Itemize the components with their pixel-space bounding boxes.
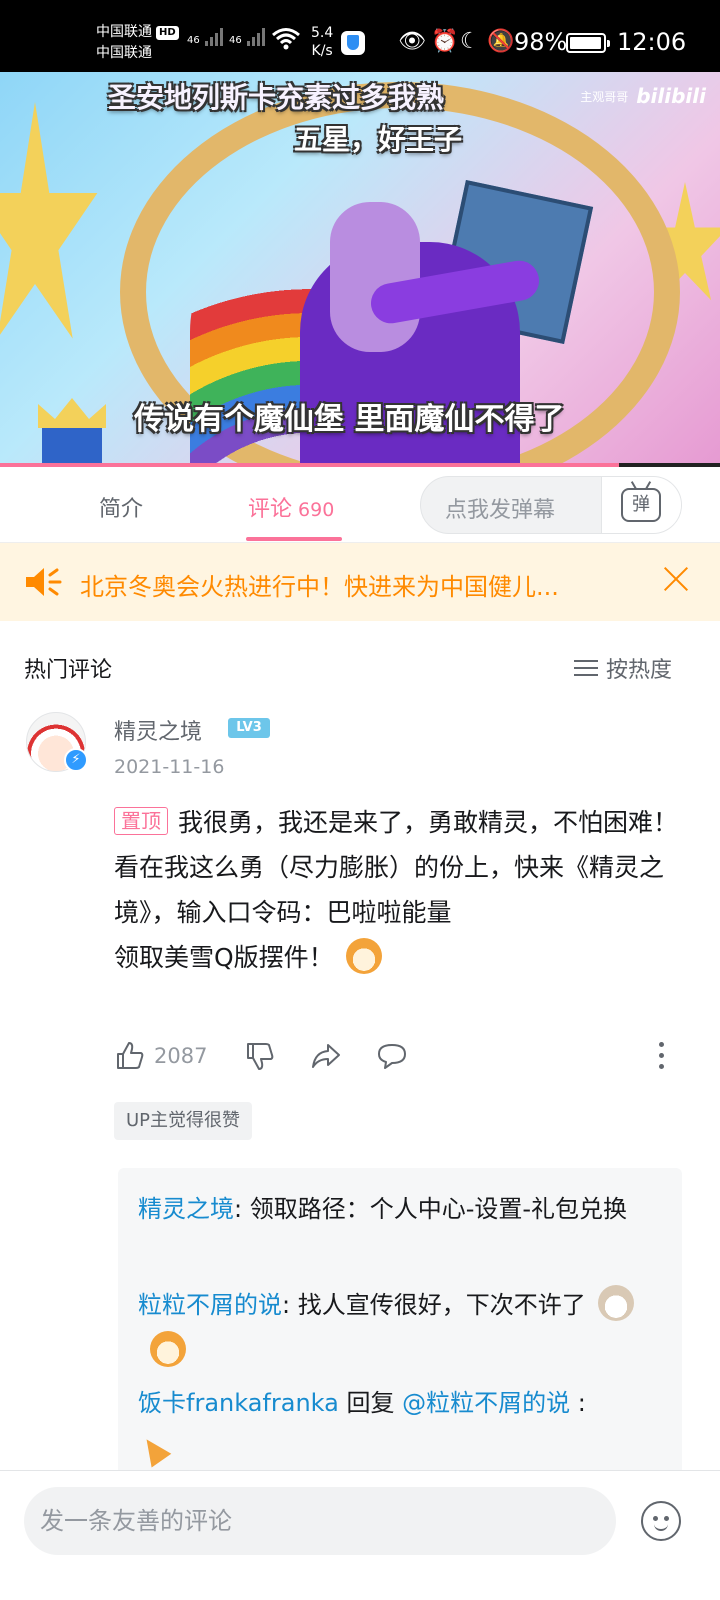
doge-emoji-icon xyxy=(150,1331,186,1367)
reply-button[interactable] xyxy=(376,1040,408,1072)
hot-comments-title: 热门评论 xyxy=(24,658,113,683)
notice-banner[interactable]: 北京冬奥会火热进行中！快进来为中国健儿... xyxy=(0,543,720,621)
like-count: 2087 xyxy=(154,1044,208,1068)
close-icon[interactable] xyxy=(660,563,692,595)
reply-item[interactable]: 粒粒不屑的说: 找人宣传很好，下次不许了 xyxy=(138,1282,648,1374)
emoji-icon[interactable] xyxy=(641,1501,681,1541)
watermark-author: 主观哥哥 xyxy=(580,89,629,104)
notice-text: 北京冬奥会火热进行中！快进来为中国健儿... xyxy=(80,573,559,601)
share-icon xyxy=(312,1044,340,1068)
video-frame-crown xyxy=(42,422,102,466)
reply-item[interactable]: 精灵之境: 领取路径：个人中心-设置-礼包兑换 xyxy=(138,1186,648,1232)
dog-emoji-icon xyxy=(597,1285,634,1321)
party-popper-emoji-icon xyxy=(138,1429,174,1465)
pinned-tag: 置顶 xyxy=(114,807,168,835)
eye-icon: 👁 xyxy=(398,29,426,54)
bottom-comment-bar xyxy=(0,1470,720,1600)
doge-emoji-icon xyxy=(345,938,382,974)
sort-button[interactable]: 按热度 xyxy=(574,652,672,684)
video-player[interactable]: 圣安地列斯卡充素过多我熟 五星，好王子 传说有个魔仙堡 里面魔仙不得了 主观哥哥… xyxy=(0,72,720,466)
tab-comments[interactable]: 评论 690 xyxy=(248,491,334,523)
more-vertical-icon[interactable] xyxy=(658,1042,664,1070)
reply-username[interactable]: 精灵之境 xyxy=(138,1195,234,1223)
reply-mention[interactable]: @粒粒不屑的说 xyxy=(402,1389,570,1417)
verified-badge-icon: ⚡ xyxy=(64,748,88,772)
comment-username[interactable]: 精灵之境 xyxy=(114,714,202,746)
comment-input[interactable] xyxy=(24,1487,616,1555)
hd-badge: HD xyxy=(156,25,179,40)
reply-username[interactable]: 饭卡frankafranka xyxy=(138,1389,339,1417)
replies-box[interactable]: 精灵之境: 领取路径：个人中心-设置-礼包兑换 粒粒不屑的说: 找人宣传很好，下… xyxy=(118,1168,682,1478)
mute-bell-icon: 🔕 xyxy=(487,29,515,54)
share-button[interactable] xyxy=(310,1040,342,1072)
tab-intro[interactable]: 简介 xyxy=(99,491,143,523)
wifi-icon xyxy=(272,28,300,50)
video-subtitle-top: 圣安地列斯卡充素过多我熟 xyxy=(108,81,445,114)
reply-text: 找人宣传很好，下次不许了 xyxy=(297,1291,586,1319)
comment-actions: 2087 xyxy=(114,1036,684,1076)
dislike-button[interactable] xyxy=(244,1040,276,1072)
battery-percent: 98% xyxy=(514,28,568,56)
bilibili-logo: bilibili xyxy=(636,84,706,108)
danmaku-tv-icon: 弹 xyxy=(621,488,661,522)
reply-text: 领取路径：个人中心-设置-礼包兑换 xyxy=(249,1195,628,1223)
thumb-up-icon xyxy=(117,1042,144,1069)
carrier-info: 中国联通 HD 中国联通 xyxy=(96,22,179,64)
sort-menu-icon xyxy=(574,658,598,678)
speaker-icon xyxy=(26,568,62,596)
tab-bar: 简介 评论 690 点我发弹幕 弹 xyxy=(0,467,720,543)
video-subtitle-top-2: 五星，好王子 xyxy=(294,123,463,156)
danmaku-placeholder: 点我发弹幕 xyxy=(445,498,556,523)
tab-comments-count: 690 xyxy=(298,499,335,521)
moon-icon: ☾ xyxy=(460,29,480,54)
up-liked-tag: UP主觉得很赞 xyxy=(114,1102,253,1140)
danmaku-input[interactable]: 点我发弹幕 弹 xyxy=(420,476,682,534)
video-frame-character-head xyxy=(330,202,420,352)
reply-username[interactable]: 粒粒不屑的说 xyxy=(138,1291,282,1319)
comment-icon xyxy=(378,1044,406,1069)
video-subtitle-bottom: 传说有个魔仙堡 里面魔仙不得了 xyxy=(134,402,565,437)
like-button[interactable]: 2087 xyxy=(114,1040,207,1072)
signal-icon-2: 46 xyxy=(229,28,265,46)
danmaku-toggle-button[interactable]: 弹 xyxy=(601,477,681,533)
tab-active-indicator xyxy=(246,537,342,541)
video-watermark: 主观哥哥 bilibili xyxy=(580,84,706,108)
sort-label: 按热度 xyxy=(606,658,673,683)
comment-date: 2021-11-16 xyxy=(114,756,225,778)
tab-comments-label: 评论 xyxy=(248,497,293,522)
status-bar: 中国联通 HD 中国联通 46 46 5.4 K/s 👁 ⏰ ☾ 🔕 98% 1… xyxy=(0,0,720,72)
comment-text: 我很勇，我还是来了，勇敢精灵，不怕困难！看在我这么勇（尽力膨胀）的份上，快来《精… xyxy=(114,808,679,927)
comment-content: 置顶 我很勇，我还是来了，勇敢精灵，不怕困难！看在我这么勇（尽力膨胀）的份上，快来… xyxy=(114,800,684,980)
level-badge: LV3 xyxy=(228,718,270,738)
carrier-2: 中国联通 xyxy=(96,45,152,61)
thumb-down-icon xyxy=(247,1043,274,1070)
clock: 12:06 xyxy=(617,28,687,56)
video-frame-star xyxy=(0,102,98,339)
comment-text-line2: 领取美雪Q版摆件！ xyxy=(114,943,334,972)
network-speed: 5.4 K/s xyxy=(311,25,334,59)
alarm-icon: ⏰ xyxy=(431,29,459,54)
security-shield-icon xyxy=(341,31,365,55)
reply-item[interactable]: 饭卡frankafranka 回复 @粒粒不屑的说 : xyxy=(138,1380,648,1472)
signal-icon-1: 46 xyxy=(187,28,223,46)
battery-icon xyxy=(566,33,610,53)
carrier-1: 中国联通 xyxy=(96,24,152,40)
